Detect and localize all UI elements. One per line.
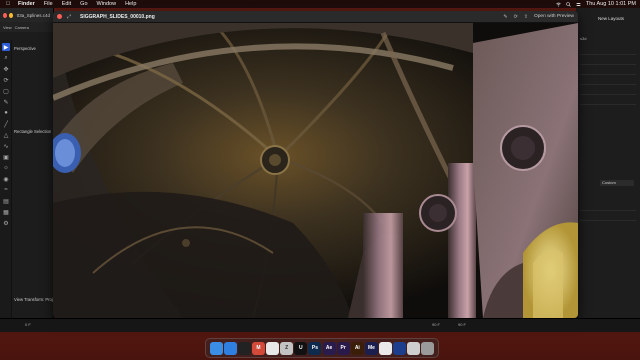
timeline-mark: 90 F [432,322,441,327]
photoshop-icon[interactable]: Ps [308,341,322,355]
file-name: SIGGRAPH_SLIDES_00010.png [80,13,155,20]
new-layouts-button[interactable]: New Layouts [598,16,624,21]
brush-icon[interactable]: ✎ [2,98,10,106]
close-button[interactable] [57,14,62,19]
light-icon[interactable]: ☼ [2,164,10,172]
minimize-button[interactable] [8,12,13,18]
menu-window[interactable]: Window [97,1,117,7]
menu-go[interactable]: Go [80,1,87,7]
attr-row [580,214,636,221]
move-icon[interactable]: ✥ [2,65,10,73]
scale-icon[interactable]: ▢ [2,87,10,95]
menu-finder[interactable]: Finder [18,1,35,7]
unreal-icon[interactable]: U [294,341,308,355]
custom-select[interactable]: Custom [600,180,634,186]
quicklook-titlebar: ⤢ SIGGRAPH_SLIDES_00010.png ✎ ⟳ ⇧ Open w… [53,11,578,23]
rotate-icon[interactable]: ⟳ [514,14,518,20]
cinema4d-window: 03a_Splines.c4d View Camera ▶ ⌕ ✥ ⟳ ▢ ✎ … [0,8,56,332]
cube-icon[interactable]: ▣ [2,153,10,161]
tab-view[interactable]: View [3,25,12,30]
apple-icon[interactable]:  [4,1,12,7]
search-icon[interactable] [566,1,571,7]
top-readout: s3d [580,36,587,41]
c4d-toolbar: ▶ ⌕ ✥ ⟳ ▢ ✎ ● ╱ △ ∿ ▣ ☼ ◉ ≈ ▤ ▦ ⚙ [0,40,12,330]
attributes-panel: New Layouts s3d Custom [576,8,640,332]
attr-row [580,48,636,55]
quicklook-actions: ✎ ⟳ ⇧ Open with Preview [503,14,574,20]
media-encoder-icon[interactable]: Me [364,341,378,355]
open-with-preview-button[interactable]: Open with Preview [534,14,574,19]
spline-icon[interactable]: ∿ [2,142,10,150]
view-transform-label: View Transform: Proje [14,297,56,302]
search-icon[interactable]: ⌕ [2,54,10,62]
premiere-icon[interactable]: Pr [336,341,350,355]
fullscreen-icon[interactable]: ⤢ [67,14,71,20]
cinema4d-icon[interactable] [393,341,407,355]
paint-icon[interactable]: ● [2,109,10,117]
after-effects-icon[interactable]: Ae [322,341,336,355]
c4d-viewport-tabs: View Camera [0,22,53,32]
select-tool-icon[interactable]: ▶ [2,43,10,51]
clock[interactable]: Thu Aug 10 1:01 PM [586,1,636,7]
markup-icon[interactable]: ✎ [503,14,507,20]
safari-icon[interactable] [223,341,237,355]
trash-icon[interactable] [421,341,435,355]
dock: M Z U Ps Ae Pr Ai Me [205,338,439,358]
menu-edit[interactable]: Edit [62,1,71,7]
grid-icon[interactable]: ▦ [2,208,10,216]
tab-camera[interactable]: Camera [15,25,29,30]
menu-bar:  Finder File Edit Go Window Help Thu Au… [0,0,640,8]
attr-row [580,78,636,85]
c4d-title-row: 03a_Splines.c4d [0,8,53,22]
camera-icon[interactable]: ◉ [2,175,10,183]
c4d-timeline[interactable]: 0 F 90 F 90 F [0,318,640,332]
knife-icon[interactable]: ╱ [2,120,10,128]
timeline-start: 0 F [25,322,31,327]
close-button[interactable] [3,12,7,18]
gmail-icon[interactable]: M [251,341,265,355]
viewport-label: Perspective [14,46,36,51]
attr-row [580,68,636,75]
preview-icon[interactable] [379,341,393,355]
menu-help[interactable]: Help [125,1,136,7]
screenshot-icon[interactable] [407,341,421,355]
settings-icon[interactable]: ⚙ [2,219,10,227]
cathedral-photo [53,21,578,318]
finder-icon[interactable] [209,341,223,355]
rotate-icon[interactable]: ⟳ [2,76,10,84]
chrome-icon[interactable] [266,341,280,355]
control-center-icon[interactable] [576,2,581,7]
attr-row [580,98,636,105]
attr-row [580,204,636,211]
status-area: Thu Aug 10 1:01 PM [556,1,636,7]
timeline-mark: 90 F [458,322,467,327]
quicklook-window: ⤢ SIGGRAPH_SLIDES_00010.png ✎ ⟳ ⇧ Open w… [53,11,578,318]
deformer-icon[interactable]: ≈ [2,186,10,194]
share-icon[interactable]: ⇧ [524,14,528,20]
attr-row [580,88,636,95]
wifi-icon[interactable] [556,2,561,7]
tool-name-label: Rectangle Selection [14,129,52,134]
polygon-icon[interactable]: △ [2,131,10,139]
layers-icon[interactable]: ▤ [2,197,10,205]
c4d-document-title: 03a_Splines.c4d [16,12,50,18]
attr-row [580,58,636,65]
terminal-icon[interactable] [237,341,251,355]
zbrush-icon[interactable]: Z [280,341,294,355]
menu-file[interactable]: File [44,1,53,7]
illustrator-icon[interactable]: Ai [350,341,364,355]
